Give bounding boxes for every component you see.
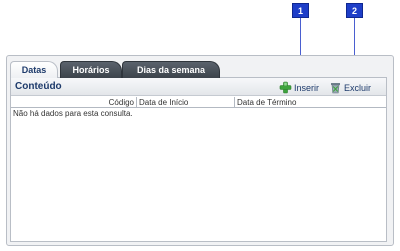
insert-label: Inserir [294,82,320,93]
content-box: Conteúdo Inserir Excluir Código Data de … [10,77,387,242]
empty-message: Não há dados para esta consulta. [13,109,133,118]
column-header-data-termino[interactable]: Data de Término [235,97,386,108]
callout-marker-2: 2 [346,3,363,18]
delete-button[interactable]: Excluir [329,81,371,94]
green-plus-icon [279,81,292,94]
insert-button[interactable]: Inserir [279,81,319,94]
content-header: Conteúdo Inserir Excluir [11,78,386,96]
column-header-codigo[interactable]: Código [11,97,137,108]
callout-marker-1: 1 [292,3,309,18]
screenshot-root: 1 2 Datas Horários Dias da semana Conteú… [0,0,400,251]
trash-bin-icon [331,83,340,94]
tab-horarios[interactable]: Horários [60,61,122,78]
grid-header: Código Data de Início Data de Término [11,97,386,108]
column-header-data-inicio[interactable]: Data de Início [137,97,235,108]
content-title: Conteúdo [15,81,62,92]
delete-label: Excluir [344,82,372,93]
tab-dias-da-semana[interactable]: Dias da semana [122,61,220,78]
tab-datas[interactable]: Datas [10,61,58,78]
